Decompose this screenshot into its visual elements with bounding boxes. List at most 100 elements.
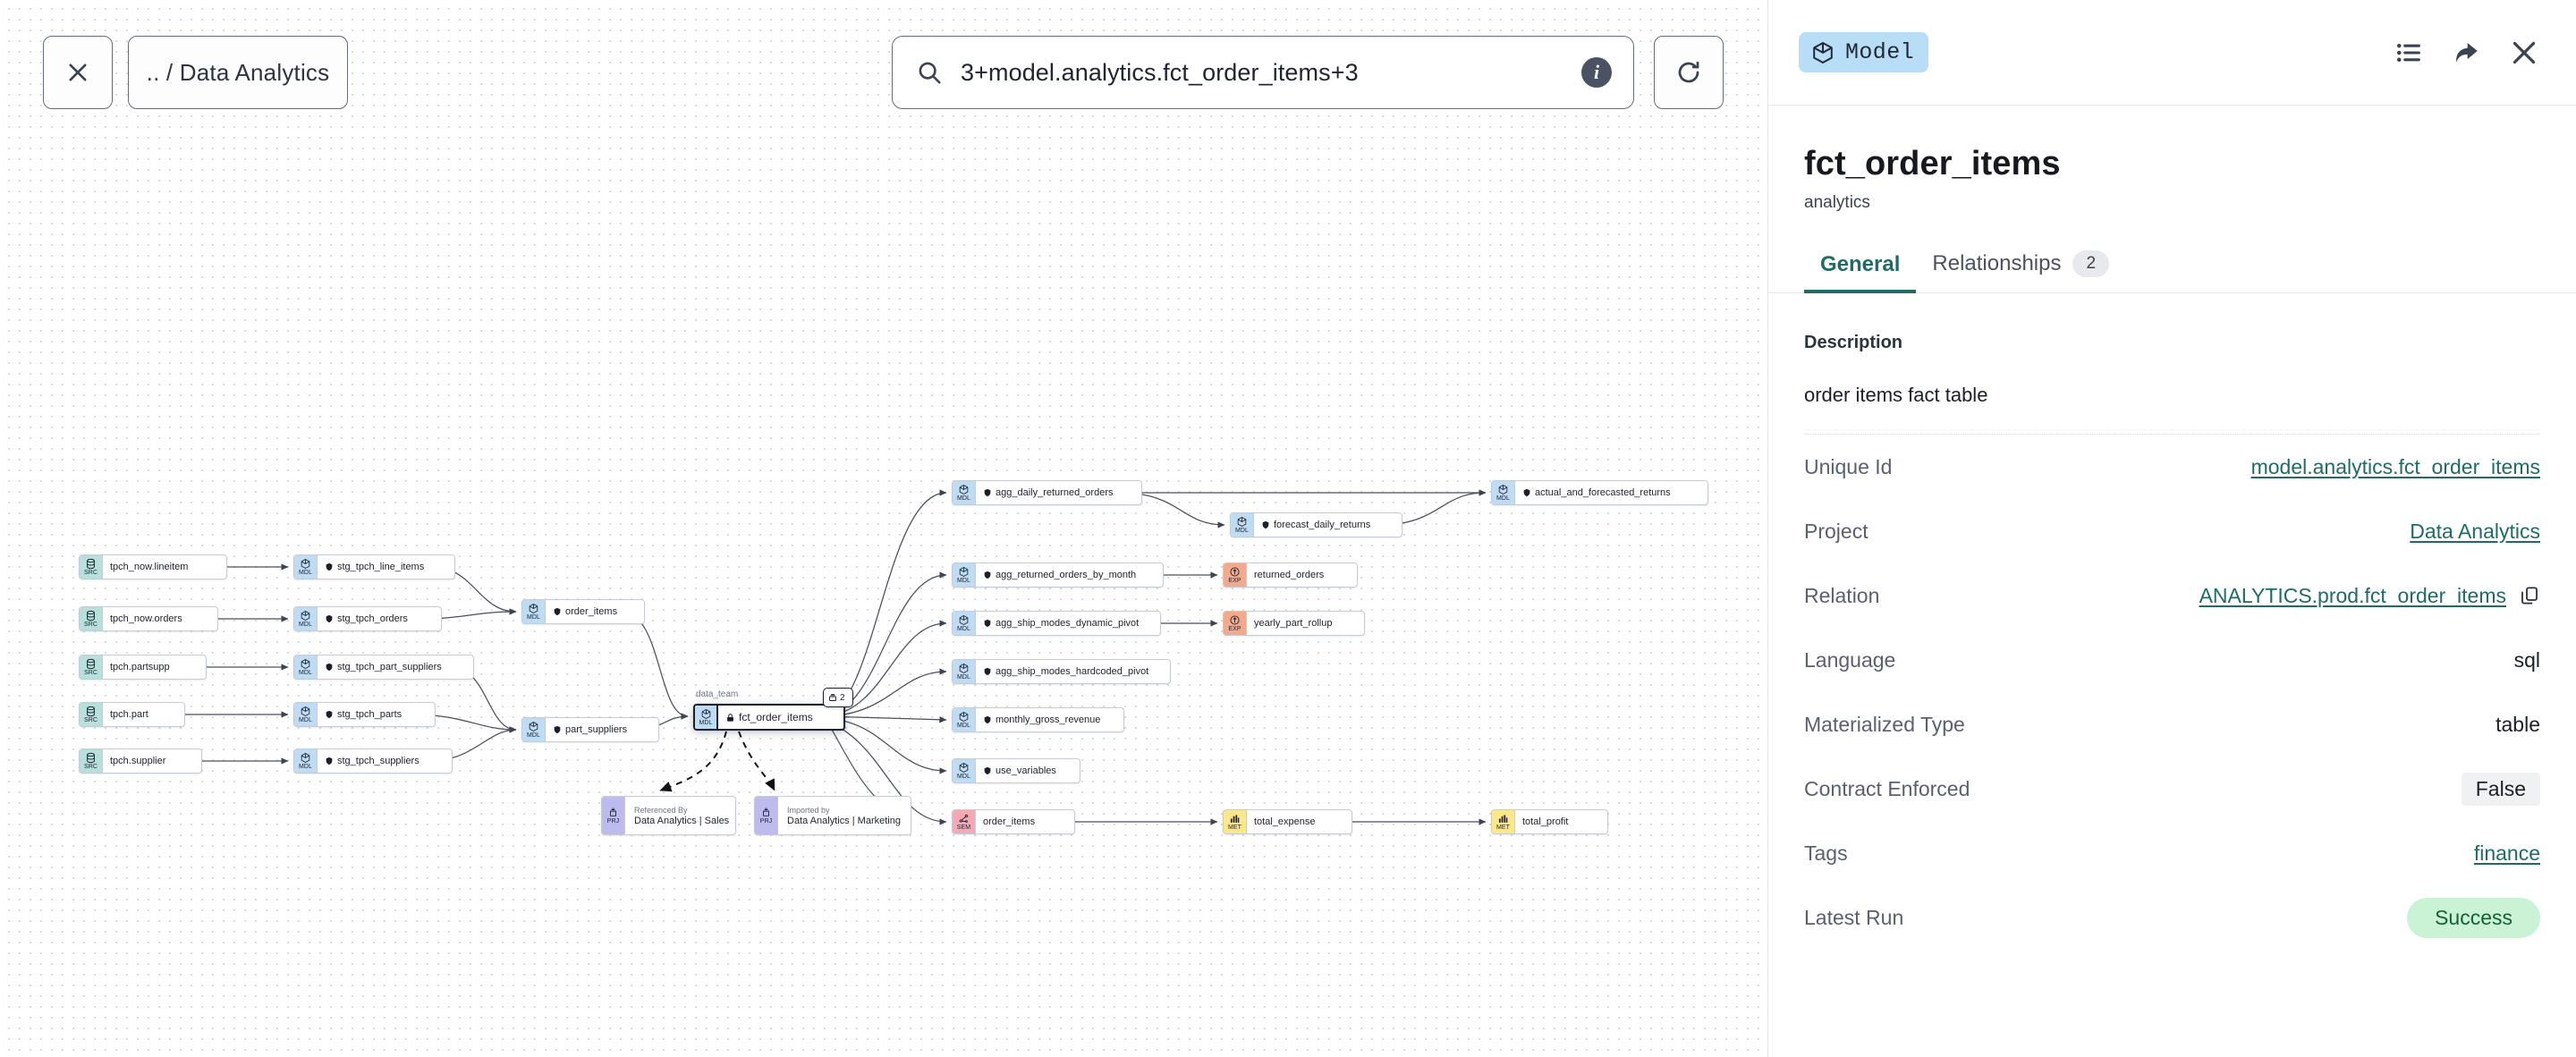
graph-node[interactable]: MDL stg_tpch_orders xyxy=(293,606,442,631)
graph-node[interactable]: MET total_expense xyxy=(1223,809,1352,834)
node-type-badge-mdl: MDL xyxy=(953,612,976,635)
node-label: forecast_daily_returns xyxy=(1254,513,1378,537)
graph-node[interactable]: EXP yearly_part_rollup xyxy=(1223,611,1365,636)
graph-node[interactable]: MET total_profit xyxy=(1491,809,1608,834)
shield-icon xyxy=(326,614,333,623)
node-type-badge-src: SRC xyxy=(80,555,103,579)
graph-node-count-chip[interactable]: 2 xyxy=(823,688,853,707)
detail-value-link[interactable]: finance xyxy=(2474,841,2540,866)
node-label: stg_tpch_line_items xyxy=(318,555,432,579)
detail-key: Unique Id xyxy=(1804,454,1893,478)
graph-node-project[interactable]: PRJ Referenced By Data Analytics | Sales xyxy=(601,796,736,835)
detail-key: Materialized Type xyxy=(1804,712,1965,736)
lineage-canvas[interactable]: SRC tpch_now.lineitem SRC tpch_now.orders SR… xyxy=(0,0,1767,1057)
node-type-badge-exp: EXP xyxy=(1224,563,1247,587)
graph-node[interactable]: MDL stg_tpch_line_items xyxy=(293,554,455,579)
shield-icon xyxy=(554,725,561,734)
node-type-badge-mdl: MDL xyxy=(953,481,976,504)
search-input[interactable]: 3+model.analytics.fct_order_items+3 xyxy=(961,59,1563,87)
shield-icon xyxy=(984,488,991,497)
node-type-badge-mdl: MDL xyxy=(522,718,546,741)
shield-icon xyxy=(554,607,561,616)
detail-value-link[interactable]: model.analytics.fct_order_items xyxy=(2251,455,2540,479)
lineage-graph[interactable]: SRC tpch_now.lineitem SRC tpch_now.orders SR… xyxy=(0,0,1767,1057)
graph-node[interactable]: SRC tpch_now.orders xyxy=(79,606,218,631)
node-type-badge-mdl: MDL xyxy=(522,600,546,623)
graph-node[interactable]: MDL stg_tpch_part_suppliers xyxy=(293,655,474,680)
list-icon[interactable] xyxy=(2394,38,2424,68)
details-panel: Model fct_order_items analytics General R… xyxy=(1767,0,2576,1057)
node-label: stg_tpch_part_suppliers xyxy=(318,655,450,679)
detail-key: Language xyxy=(1804,647,1896,672)
node-type-badge-prj: PRJ xyxy=(602,797,625,834)
close-lineage-button[interactable] xyxy=(43,36,113,109)
description-value: order items fact table xyxy=(1804,384,2540,435)
node-label: Referenced By Data Analytics | Sales xyxy=(634,805,730,826)
detail-key: Relation xyxy=(1804,583,1880,607)
resource-type-label: Model xyxy=(1845,39,1915,65)
breadcrumb[interactable]: .. / Data Analytics xyxy=(128,36,348,109)
detail-key: Project xyxy=(1804,519,1868,543)
detail-row: Contract Enforced False xyxy=(1804,757,2540,821)
graph-node[interactable]: MDL agg_daily_returned_orders xyxy=(952,480,1142,505)
graph-node[interactable]: MDL actual_and_forecasted_returns xyxy=(1491,480,1708,505)
search-icon xyxy=(919,62,941,84)
node-type-badge-mdl: MDL xyxy=(294,555,318,579)
node-type-badge-mdl: MDL xyxy=(294,749,318,773)
stack-icon xyxy=(829,693,836,701)
copy-icon[interactable] xyxy=(2519,585,2540,606)
graph-node[interactable]: MDL forecast_daily_returns xyxy=(1230,512,1402,537)
node-label: tpch_now.lineitem xyxy=(110,562,189,572)
node-label: tpch_now.orders xyxy=(110,613,182,624)
lineage-search-box[interactable]: 3+model.analytics.fct_order_items+3 i xyxy=(892,36,1634,109)
node-label: actual_and_forecasted_returns xyxy=(1515,481,1679,504)
graph-node[interactable]: MDL monthly_gross_revenue xyxy=(952,707,1124,732)
node-label: stg_tpch_suppliers xyxy=(318,749,428,773)
info-icon[interactable]: i xyxy=(1581,57,1612,88)
detail-row: Unique Id model.analytics.fct_order_items xyxy=(1804,435,2540,499)
graph-node[interactable]: EXP returned_orders xyxy=(1223,562,1358,588)
graph-node-selected[interactable]: MDL fct_order_items xyxy=(693,704,845,731)
graph-node[interactable]: SEM order_items xyxy=(952,809,1075,834)
graph-node[interactable]: MDL part_suppliers xyxy=(521,717,659,742)
graph-node[interactable]: MDL agg_returned_orders_by_month xyxy=(952,562,1164,588)
breadcrumb-label: .. / Data Analytics xyxy=(146,58,330,86)
graph-node[interactable]: MDL stg_tpch_parts xyxy=(293,702,436,727)
graph-node-group-label: data_team xyxy=(696,689,739,699)
page-title: fct_order_items xyxy=(1804,145,2061,182)
lineage-explorer: SRC tpch_now.lineitem SRC tpch_now.orders SR… xyxy=(0,0,2576,1057)
description-label: Description xyxy=(1804,333,1903,352)
tab-label: Relationships xyxy=(1932,251,2062,275)
node-type-badge-prj: PRJ xyxy=(755,797,778,834)
graph-node[interactable]: MDL agg_ship_modes_dynamic_pivot xyxy=(952,611,1161,636)
graph-node[interactable]: SRC tpch.supplier xyxy=(79,748,202,774)
node-label: tpch.supplier xyxy=(110,756,166,766)
graph-node[interactable]: SRC tpch_now.lineitem xyxy=(79,554,227,579)
graph-node[interactable]: MDL order_items xyxy=(521,599,645,624)
node-label: order_items xyxy=(546,600,625,623)
share-arrow-icon[interactable] xyxy=(2451,38,2481,68)
detail-row: Tags finance xyxy=(1804,821,2540,885)
detail-row: Relation ANALYTICS.prod.fct_order_items xyxy=(1804,563,2540,628)
graph-node[interactable]: MDL agg_ship_modes_hardcoded_pivot xyxy=(952,659,1171,684)
graph-node-project[interactable]: PRJ Imported by Data Analytics | Marketing xyxy=(754,796,911,835)
graph-node[interactable]: SRC tpch.part xyxy=(79,702,185,727)
graph-node[interactable]: SRC tpch.partsupp xyxy=(79,655,207,680)
node-label: stg_tpch_parts xyxy=(318,703,410,726)
node-label: returned_orders xyxy=(1254,570,1325,580)
detail-value-chip: False xyxy=(2461,772,2540,806)
detail-value-link[interactable]: ANALYTICS.prod.fct_order_items xyxy=(2199,584,2506,608)
graph-node[interactable]: MDL stg_tpch_suppliers xyxy=(293,748,453,774)
node-label: use_variables xyxy=(976,759,1064,782)
close-icon xyxy=(69,63,87,81)
graph-node[interactable]: MDL use_variables xyxy=(952,758,1080,783)
cube-icon xyxy=(1813,41,1833,63)
close-icon[interactable] xyxy=(2508,37,2540,69)
node-type-badge-met: MET xyxy=(1224,810,1247,833)
tab-relationships[interactable]: Relationships 2 xyxy=(1916,250,2125,293)
node-type-badge-mdl: MDL xyxy=(695,706,718,729)
node-label: total_expense xyxy=(1254,816,1316,827)
refresh-button[interactable] xyxy=(1654,36,1724,109)
tab-general[interactable]: General xyxy=(1804,252,1917,293)
detail-value-link[interactable]: Data Analytics xyxy=(2410,520,2540,544)
